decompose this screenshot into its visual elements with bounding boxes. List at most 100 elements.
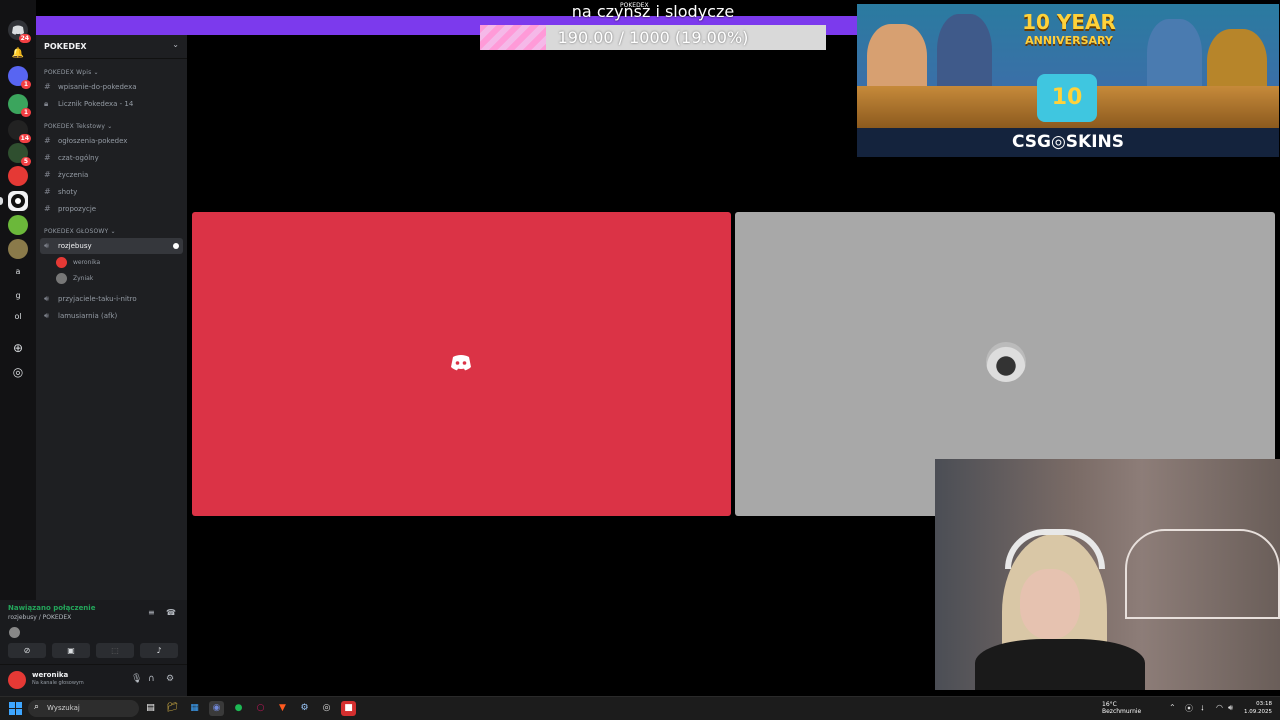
channel-label: lamusiarnia (afk) <box>58 312 118 320</box>
settings-app-icon[interactable]: ⚙ <box>297 701 312 716</box>
zyniak-avatar <box>986 342 1026 382</box>
taskbar-search[interactable]: ⌕ Wyszukaj <box>28 700 139 717</box>
voice-user-name: weronika <box>73 259 101 266</box>
voice-connection-panel: Nawiązano połączenie rozjebusy / POKEDEX… <box>0 600 187 664</box>
channel-label: rozjebusy <box>58 242 92 250</box>
channel-zyczenia[interactable]: # życzenia <box>40 167 183 183</box>
voice-channel-przyjaciele[interactable]: 🔊︎ przyjaciele-taku-i-nitro <box>40 291 183 307</box>
category-pokedex-tekstowy[interactable]: POKEDEX Tekstowy ⌄ <box>44 123 112 130</box>
screen-share-button[interactable]: ▣ <box>52 643 90 658</box>
hashtag-icon: # <box>44 204 51 213</box>
chat-bubble-icon[interactable] <box>173 243 179 249</box>
hashtag-icon: # <box>44 82 51 91</box>
discord-logo-icon <box>451 355 471 371</box>
notification-badge: 14 <box>18 134 31 143</box>
user-avatar[interactable] <box>8 671 26 689</box>
activity-button[interactable]: ⬚ <box>96 643 134 658</box>
taskbar-clock[interactable]: 03:18 1.09.2025 <box>1240 700 1272 716</box>
donation-progress-text: 190.00 / 1000 (19.00%) <box>557 28 749 47</box>
brave-icon[interactable]: ▼ <box>275 701 290 716</box>
discord-home-icon[interactable]: 24 <box>8 20 31 43</box>
user-name: weronika <box>32 671 69 679</box>
lock-icon: 🔒︎ <box>44 99 49 108</box>
search-icon: ⌕ <box>34 702 40 712</box>
channel-label: życzenia <box>58 171 89 179</box>
discord-taskbar-icon[interactable]: ◉ <box>209 701 224 716</box>
tray-chevron-up-icon[interactable]: ⌃ <box>1169 703 1176 712</box>
channel-label: Licznik Pokedexa - 14 <box>58 100 134 108</box>
discover-compass-icon[interactable]: ◎ <box>8 362 28 382</box>
voice-channel-lamusiarnia[interactable]: 🔊︎ lamusiarnia (afk) <box>40 308 183 324</box>
server-icon-1[interactable]: 1 <box>8 66 31 89</box>
tray-usb-icon[interactable]: ⭭ <box>1201 703 1204 717</box>
server-folder-a[interactable]: a <box>8 262 28 282</box>
webcam-person-face <box>1020 569 1080 639</box>
notification-badge: 24 <box>18 34 31 43</box>
headphones-icon[interactable]: ∩ <box>148 674 155 684</box>
server-folder-g[interactable]: g <box>8 286 28 306</box>
tray-app-icon[interactable]: ⦿ <box>1185 703 1193 714</box>
clock-date: 1.09.2025 <box>1244 709 1272 715</box>
guild-name: POKEDEX <box>44 42 87 51</box>
server-icon-4[interactable]: 5 <box>8 143 31 166</box>
camera-off-button[interactable]: ⊘ <box>8 643 46 658</box>
wifi-icon[interactable]: ◠ <box>1216 703 1223 712</box>
task-view-icon[interactable]: ▤ <box>143 701 158 716</box>
hashtag-icon: # <box>44 136 51 145</box>
channel-shoty[interactable]: # shoty <box>40 184 183 200</box>
server-icon-8[interactable] <box>8 239 28 259</box>
noise-suppression-icon[interactable]: ≡ <box>148 608 155 617</box>
microphone-icon[interactable]: 🎙︎ <box>131 674 142 684</box>
search-placeholder: Wyszukaj <box>47 704 80 712</box>
channel-licznik-pokedexa[interactable]: 🔒︎ Licznik Pokedexa - 14 <box>40 96 183 112</box>
store-icon[interactable]: ▦ <box>187 701 202 716</box>
file-explorer-icon[interactable]: 📁︎ <box>165 701 180 716</box>
opera-icon[interactable]: ○ <box>253 701 268 716</box>
server-rail: 24 🔔 1 1 14 5 a g ol ⊕ ◎ <box>0 0 36 696</box>
weather-desc: Bezchmurnie <box>1102 708 1142 715</box>
hashtag-icon: # <box>44 170 51 179</box>
voice-channel-rozjebusy[interactable]: 🔊︎ rozjebusy <box>40 238 183 254</box>
channel-ogloszenia-pokedex[interactable]: # ogłoszenia-pokedex <box>40 133 183 149</box>
hashtag-icon: # <box>44 187 51 196</box>
server-icon-3[interactable]: 14 <box>8 120 31 143</box>
channel-label: propozycje <box>58 205 97 213</box>
inbox-bell-icon[interactable]: 🔔 <box>8 44 28 64</box>
channel-label: przyjaciele-taku-i-nitro <box>58 295 137 303</box>
chevron-down-icon: ⌄ <box>172 40 179 49</box>
guild-header[interactable]: POKEDEX ⌄ <box>36 35 187 59</box>
voice-status: Nawiązano połączenie <box>8 604 96 612</box>
notification-badge: 1 <box>21 80 31 89</box>
user-panel: weronika Na kanale głosowym 🎙︎ ∩ ⚙ <box>0 664 187 696</box>
chrome-icon[interactable]: ◎ <box>319 701 334 716</box>
channel-czat-ogolny[interactable]: # czat-ogólny <box>40 150 183 166</box>
channel-label: czat-ogólny <box>58 154 99 162</box>
disconnect-icon[interactable]: ☎︎ <box>166 608 176 617</box>
add-server-icon[interactable]: ⊕ <box>8 338 28 358</box>
anniversary-logo: 10 YEAR ANNIVERSARY <box>1022 10 1116 47</box>
screen: 24 🔔 1 1 14 5 a g ol ⊕ ◎ POKEDEX ⌄ POKED… <box>0 0 1280 720</box>
banner-cake: 10 <box>1037 74 1097 122</box>
server-icon-5[interactable] <box>8 166 28 186</box>
spotify-icon[interactable]: ● <box>231 701 246 716</box>
channel-label: ogłoszenia-pokedex <box>58 137 128 145</box>
red-app-icon[interactable]: ■ <box>341 701 356 716</box>
channel-wpisanie-do-pokedexa[interactable]: # wpisanie-do-pokedexa <box>40 79 183 95</box>
category-pokedex-wpis[interactable]: POKEDEX Wpis ⌄ <box>44 69 99 76</box>
overlay-server-label: POKEDEX <box>620 2 649 9</box>
channel-propozycje[interactable]: # propozycje <box>40 201 183 217</box>
server-icon-2[interactable]: 1 <box>8 94 31 117</box>
soundboard-button[interactable]: ♪ <box>140 643 178 658</box>
weather-widget[interactable]: 16°C Bezchmurnie <box>1090 701 1141 715</box>
server-icon-7[interactable] <box>8 215 28 235</box>
voice-channel-path[interactable]: rozjebusy / POKEDEX <box>8 614 71 621</box>
windows-start-icon[interactable] <box>9 702 22 715</box>
user-status: Na kanale głosowym <box>32 680 84 686</box>
category-pokedex-glosowy[interactable]: POKEDEX GŁOSOWY ⌄ <box>44 228 116 235</box>
speaker-icon: 🔊︎ <box>44 311 50 320</box>
server-folder-ol[interactable]: ol <box>8 307 28 327</box>
channel-label: wpisanie-do-pokedexa <box>58 83 137 91</box>
server-icon-pokedex[interactable] <box>8 191 28 211</box>
settings-gear-icon[interactable]: ⚙ <box>166 674 174 684</box>
volume-icon[interactable]: 🔊︎ <box>1228 703 1233 713</box>
